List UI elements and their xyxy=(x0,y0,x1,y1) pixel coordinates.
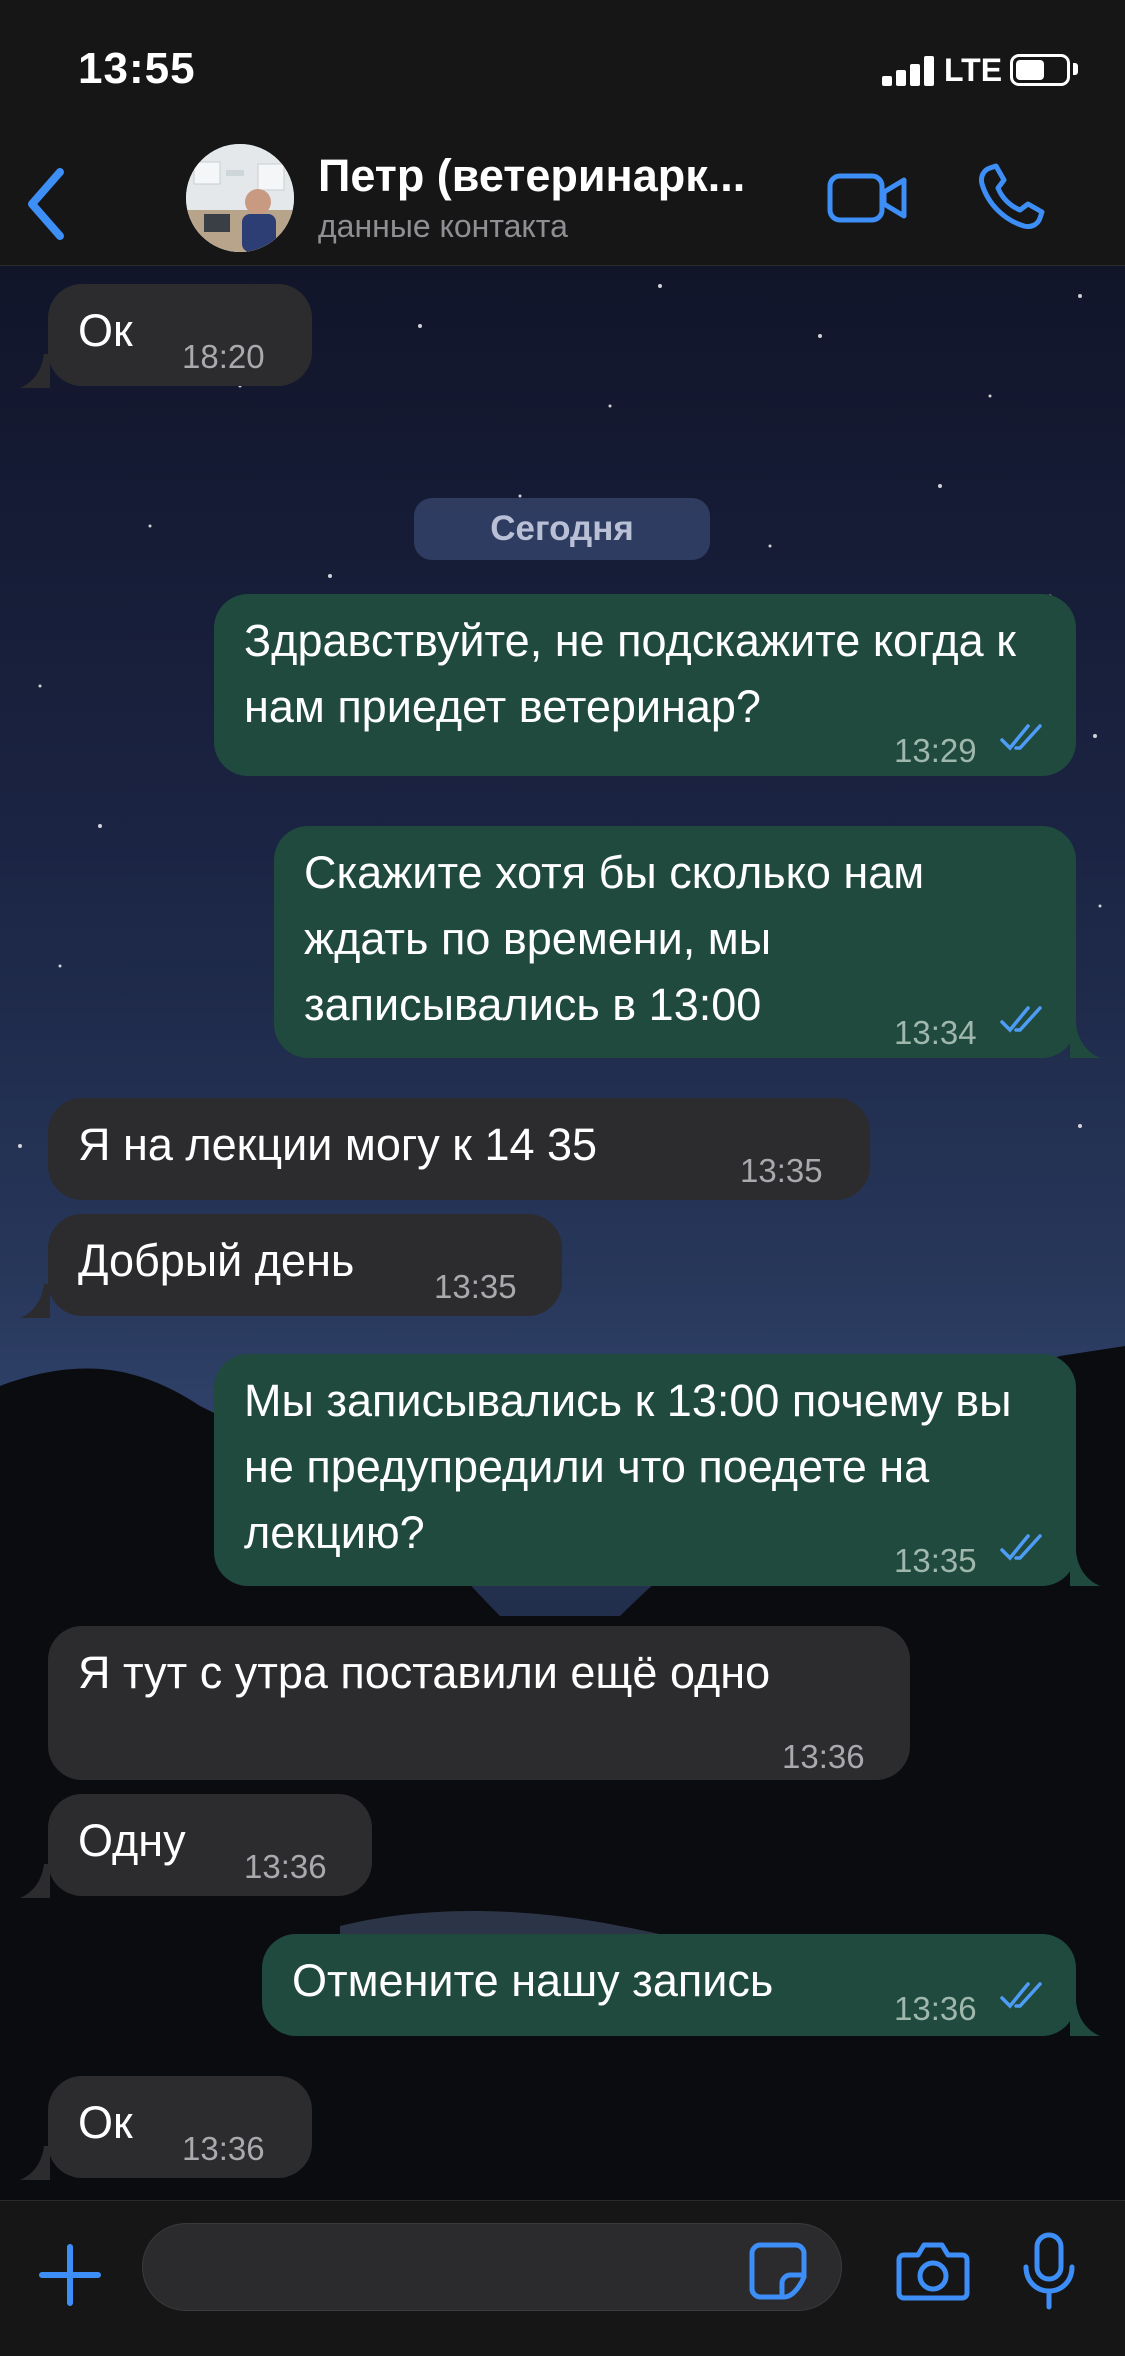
read-ticks-icon xyxy=(1000,724,1042,751)
bubble-tail xyxy=(20,2146,50,2180)
message-time: 13:35 xyxy=(894,1542,977,1579)
contact-info-link[interactable]: данные контакта xyxy=(318,208,568,245)
message-time: 13:36 xyxy=(782,1738,865,1775)
message-incoming[interactable]: Одну 13:36 xyxy=(48,1794,372,1896)
read-ticks-icon xyxy=(1000,1534,1042,1561)
message-time: 18:20 xyxy=(182,338,265,375)
message-time: 13:35 xyxy=(740,1152,823,1189)
message-incoming[interactable]: Ок 13:36 xyxy=(48,2076,312,2178)
bubble-tail xyxy=(20,1864,50,1898)
message-outgoing[interactable]: Мы записывались к 13:00 почему вы не пре… xyxy=(214,1354,1076,1586)
message-text: Одну xyxy=(78,1815,186,1866)
bubble-tail xyxy=(1070,2002,1100,2036)
message-input-bar xyxy=(0,2200,1125,2356)
bubble-tail xyxy=(20,1284,50,1318)
chat-header: Петр (ветеринарк... данные контакта xyxy=(0,140,1125,266)
message-time: 13:35 xyxy=(434,1268,517,1305)
chevron-left-icon[interactable] xyxy=(22,164,72,244)
message-input[interactable] xyxy=(142,2223,842,2311)
message-outgoing[interactable]: Отмените нашу запись 13:36 xyxy=(262,1934,1076,2036)
camera-icon[interactable] xyxy=(896,2239,970,2303)
status-time: 13:55 xyxy=(78,44,196,93)
read-ticks-icon xyxy=(1000,1982,1042,2009)
message-time: 13:34 xyxy=(894,1014,977,1051)
message-time: 13:36 xyxy=(244,1848,327,1885)
message-text: Отмените нашу запись xyxy=(292,1955,774,2006)
message-time: 13:29 xyxy=(894,732,977,769)
bubble-tail xyxy=(1070,1024,1100,1058)
signal-strength-icon xyxy=(882,56,936,86)
message-incoming[interactable]: Ок 18:20 xyxy=(48,284,312,386)
avatar[interactable] xyxy=(186,144,294,252)
message-text: Добрый день xyxy=(78,1235,355,1286)
message-time: 13:36 xyxy=(894,1990,977,2027)
chat-area[interactable]: Сегодня Ок 18:20 Здравствуйте, не подска… xyxy=(0,266,1125,2200)
network-type: LTE xyxy=(944,52,1003,88)
message-time: 13:36 xyxy=(182,2130,265,2167)
plus-icon[interactable] xyxy=(38,2243,102,2307)
message-text: Ок xyxy=(78,2097,133,2148)
status-bar: 13:55 LTE xyxy=(0,0,1125,140)
message-incoming[interactable]: Добрый день 13:35 xyxy=(48,1214,562,1316)
battery-tip xyxy=(1073,63,1078,75)
sticker-icon[interactable] xyxy=(748,2241,808,2301)
message-text: Ок xyxy=(78,305,133,356)
message-outgoing[interactable]: Скажите хотя бы сколько нам ждать по вре… xyxy=(274,826,1076,1058)
microphone-icon[interactable] xyxy=(1020,2231,1078,2311)
video-camera-icon[interactable] xyxy=(826,170,908,226)
battery-icon xyxy=(1010,54,1070,86)
phone-icon[interactable] xyxy=(976,162,1046,232)
contact-name[interactable]: Петр (ветеринарк... xyxy=(318,150,798,202)
message-text: Я на лекции могу к 14 35 xyxy=(78,1119,598,1170)
message-incoming[interactable]: Я тут с утра поставили ещё одно 13:36 xyxy=(48,1626,910,1780)
read-ticks-icon xyxy=(1000,1006,1042,1033)
message-outgoing[interactable]: Здравствуйте, не подскажите когда к нам … xyxy=(214,594,1076,776)
message-text: Я тут с утра поставили ещё одно xyxy=(78,1647,771,1698)
message-incoming[interactable]: Я на лекции могу к 14 35 13:35 xyxy=(48,1098,870,1200)
bubble-tail xyxy=(1070,1552,1100,1586)
bubble-tail xyxy=(20,354,50,388)
date-separator: Сегодня xyxy=(414,498,710,560)
avatar-photo xyxy=(186,144,294,252)
